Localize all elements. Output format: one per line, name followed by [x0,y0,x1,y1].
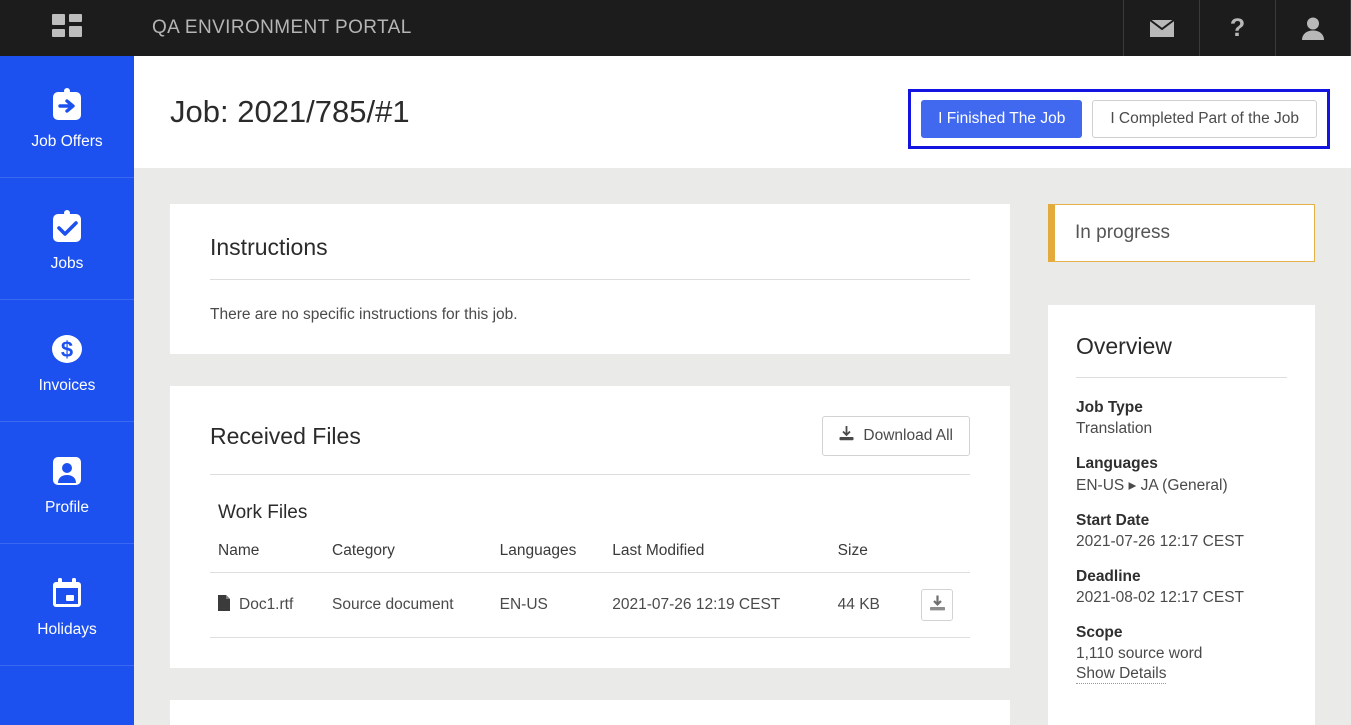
work-files-title: Work Files [218,502,308,523]
overview-field-languages: Languages EN-US ▸ JA (General) [1076,455,1287,495]
clipboard-arrow-icon [46,83,88,127]
overview-value-languages: EN-US ▸ JA (General) [1076,477,1228,494]
sidebar-item-profile[interactable]: Profile [0,422,134,544]
sidebar-label-jobs: Jobs [50,254,84,272]
finished-job-button[interactable]: I Finished The Job [921,100,1083,138]
overview-field-start-date: Start Date 2021-07-26 12:17 CEST [1076,512,1287,551]
messages-button[interactable] [1123,0,1199,56]
column-header-category: Category [324,542,492,573]
grid-logo-icon [52,14,82,42]
help-icon: ? [1229,13,1246,42]
cell-size: 44 KB [829,572,914,638]
table-row: Doc1.rtf Source document EN-US 2021-07-2… [210,572,970,638]
clipboard-check-icon [46,205,88,249]
user-icon [1302,17,1324,40]
received-files-title: Received Files [210,422,361,449]
additional-card [170,700,1010,725]
app-logo[interactable] [0,0,134,56]
column-header-last-modified: Last Modified [604,542,830,573]
overview-label-deadline: Deadline [1076,568,1141,585]
download-icon [839,426,854,446]
overview-value-deadline: 2021-08-02 12:17 CEST [1076,589,1245,606]
cell-last-modified: 2021-07-26 12:19 CEST [604,572,830,638]
table-header-row: Name Category Languages Last Modified Si… [210,542,970,573]
sidebar-item-jobs[interactable]: Jobs [0,178,134,300]
sidebar-label-holidays: Holidays [37,620,97,638]
dollar-circle-icon: $ [46,327,88,371]
main-column: Instructions There are no specific instr… [170,204,1010,725]
job-action-group: I Finished The Job I Completed Part of t… [908,89,1330,149]
overview-field-scope: Scope 1,110 source word Show Details [1076,624,1287,684]
overview-title: Overview [1076,333,1287,378]
overview-value-job-type: Translation [1076,420,1153,437]
column-header-actions [913,542,970,573]
instructions-title: Instructions [210,234,328,260]
sidebar-label-profile: Profile [45,498,89,516]
sidebar-item-holidays[interactable]: Holidays [0,544,134,666]
instructions-card: Instructions There are no specific instr… [170,204,1010,354]
completed-part-button[interactable]: I Completed Part of the Job [1092,100,1317,138]
file-icon [218,594,230,616]
overview-field-job-type: Job Type Translation [1076,399,1287,438]
overview-label-job-type: Job Type [1076,399,1143,416]
page-title: Job: 2021/785/#1 [170,94,410,129]
overview-label-scope: Scope [1076,624,1123,641]
user-menu-button[interactable] [1275,0,1351,56]
download-all-label: Download All [863,427,953,444]
side-column: In progress Overview Job Type Translatio… [1048,204,1315,725]
instructions-header: Instructions [210,234,970,280]
sidebar-nav: Job Offers Jobs $ Invoices Profile Holid… [0,56,134,725]
sidebar-label-job-offers: Job Offers [31,132,103,150]
topbar-actions: ? [1123,0,1351,56]
help-button[interactable]: ? [1199,0,1275,56]
download-all-button[interactable]: Download All [822,416,970,456]
cell-languages: EN-US [491,572,605,638]
column-header-size: Size [829,542,914,573]
content-area: Instructions There are no specific instr… [134,168,1351,725]
cell-category: Source document [324,572,492,638]
cell-file-name: Doc1.rtf [210,572,325,638]
svg-text:$: $ [61,337,73,362]
user-square-icon [46,449,88,493]
received-files-card: Received Files Download All Work Files N [170,386,1010,668]
cell-actions [913,572,970,638]
calendar-icon [46,571,88,615]
file-name-label: Doc1.rtf [239,596,294,613]
download-icon [929,595,946,615]
portal-title: QA ENVIRONMENT PORTAL [152,17,412,38]
overview-label-start-date: Start Date [1076,512,1150,529]
mail-icon [1148,18,1175,38]
show-details-link[interactable]: Show Details [1076,665,1167,684]
sidebar-label-invoices: Invoices [38,376,96,394]
overview-value-start-date: 2021-07-26 12:17 CEST [1076,533,1245,550]
top-bar: QA ENVIRONMENT PORTAL ? [0,0,1351,56]
overview-label-languages: Languages [1076,455,1158,472]
sidebar-item-invoices[interactable]: $ Invoices [0,300,134,422]
sidebar-item-job-offers[interactable]: Job Offers [0,56,134,178]
status-badge: In progress [1048,204,1315,262]
overview-field-deadline: Deadline 2021-08-02 12:17 CEST [1076,568,1287,607]
work-files-table: Name Category Languages Last Modified Si… [210,542,970,638]
page-header: Job: 2021/785/#1 I Finished The Job I Co… [134,56,1351,168]
received-files-header: Received Files Download All [210,416,970,475]
column-header-languages: Languages [491,542,605,573]
overview-value-scope: 1,110 source word [1076,645,1203,662]
overview-card: Overview Job Type Translation Languages … [1048,305,1315,725]
column-header-name: Name [210,542,325,573]
row-download-button[interactable] [921,589,954,621]
instructions-body: There are no specific instructions for t… [210,306,518,323]
